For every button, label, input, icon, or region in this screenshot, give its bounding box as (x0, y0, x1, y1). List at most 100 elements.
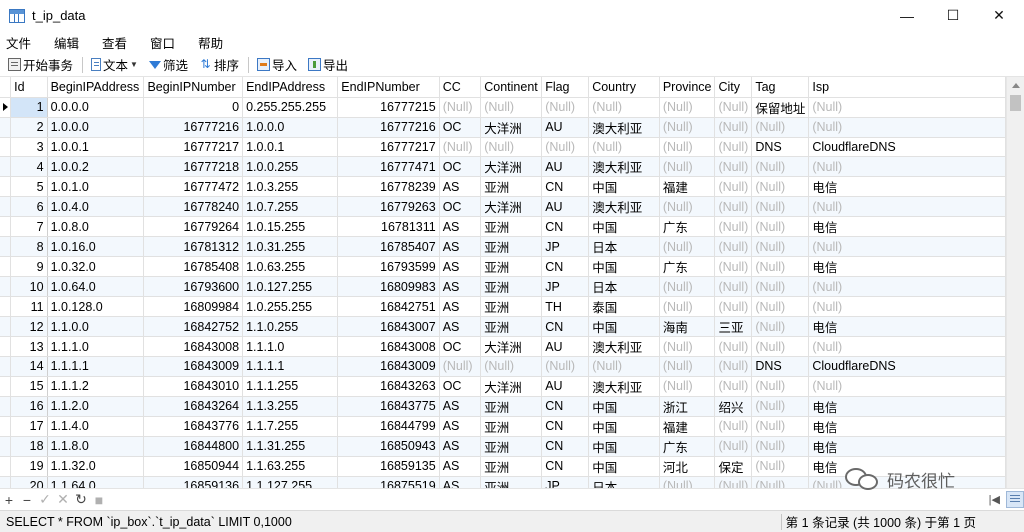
table-cell[interactable]: 8 (10, 236, 48, 258)
table-cell[interactable]: 1.0.0.0 (242, 117, 339, 138)
table-cell[interactable]: 亚洲 (480, 416, 543, 437)
table-cell[interactable]: (Null) (714, 356, 753, 377)
table-cell[interactable]: CloudflareDNS (808, 356, 1006, 377)
menu-file[interactable]: 文件 (0, 33, 37, 52)
table-cell[interactable]: (Null) (439, 137, 482, 158)
row-indicator[interactable] (0, 97, 12, 118)
table-cell[interactable]: JP (541, 236, 590, 258)
table-cell[interactable]: 1.1.0.255 (242, 316, 339, 338)
table-cell[interactable]: (Null) (751, 416, 810, 437)
table-cell[interactable]: 1.1.1.1 (47, 356, 145, 377)
row-indicator[interactable] (0, 236, 12, 258)
table-cell[interactable]: AS (439, 476, 482, 488)
table-cell[interactable]: 18 (10, 436, 48, 457)
table-cell[interactable]: (Null) (659, 97, 716, 118)
table-cell[interactable]: OC (439, 156, 482, 178)
table-cell[interactable]: 大洋洲 (480, 336, 543, 358)
table-cell[interactable]: (Null) (588, 137, 660, 158)
table-cell[interactable]: 亚洲 (480, 276, 543, 298)
table-cell[interactable]: 16777218 (143, 156, 244, 178)
table-cell[interactable]: CloudflareDNS (808, 137, 1006, 158)
table-cell[interactable]: 16843010 (143, 376, 244, 397)
table-cell[interactable]: 亚洲 (480, 176, 543, 198)
table-cell[interactable]: (Null) (751, 156, 810, 178)
table-cell[interactable]: 17 (10, 416, 48, 437)
table-cell[interactable]: 16777471 (337, 156, 440, 178)
row-indicator[interactable] (0, 396, 12, 417)
table-cell[interactable]: 澳大利亚 (588, 196, 660, 218)
table-cell[interactable]: (Null) (751, 316, 810, 338)
export-button[interactable]: 导出 (305, 54, 351, 76)
table-cell[interactable]: JP (541, 476, 590, 488)
table-cell[interactable]: AU (541, 376, 590, 397)
table-cell[interactable]: AS (439, 216, 482, 238)
table-row[interactable]: 12 1.1.0.0 16842752 1.1.0.255 16843007 AS 亚洲 CN… (0, 316, 1006, 338)
table-cell[interactable]: 1.1.1.255 (242, 376, 339, 397)
table-cell[interactable]: DNS (751, 137, 810, 158)
table-cell[interactable]: (Null) (659, 236, 716, 258)
table-cell[interactable]: 1 (10, 97, 48, 118)
table-cell[interactable]: CN (541, 416, 590, 437)
table-row[interactable]: 18 1.1.8.0 16844800 1.1.31.255 16850943 AS 亚洲 C… (0, 436, 1006, 457)
row-indicator[interactable] (0, 256, 12, 278)
table-cell[interactable]: 1.0.0.255 (242, 156, 339, 178)
table-cell[interactable]: 亚洲 (480, 316, 543, 338)
table-cell[interactable]: AS (439, 396, 482, 417)
table-cell[interactable]: 电信 (808, 176, 1006, 198)
table-cell[interactable]: 16843009 (337, 356, 440, 377)
table-cell[interactable]: 12 (10, 316, 48, 338)
table-cell[interactable]: 10 (10, 276, 48, 298)
table-cell[interactable]: (Null) (714, 117, 753, 138)
table-cell[interactable]: 福建 (659, 176, 716, 198)
table-cell[interactable]: 16850944 (143, 456, 244, 477)
table-cell[interactable]: AS (439, 436, 482, 457)
apply-changes-button[interactable]: ✓ (36, 491, 54, 508)
table-cell[interactable]: (Null) (751, 476, 810, 488)
table-row[interactable]: 9 1.0.32.0 16785408 1.0.63.255 16793599 AS 亚洲 C… (0, 256, 1006, 278)
scroll-up-icon[interactable] (1012, 83, 1020, 88)
table-cell[interactable]: 16779263 (337, 196, 440, 218)
table-cell[interactable]: 1.1.7.255 (242, 416, 339, 437)
table-cell[interactable]: (Null) (751, 256, 810, 278)
table-cell[interactable]: (Null) (751, 376, 810, 397)
filter-button[interactable]: 筛选 (146, 54, 191, 76)
table-cell[interactable]: 日本 (588, 236, 660, 258)
table-cell[interactable]: AU (541, 336, 590, 358)
table-row[interactable]: 5 1.0.1.0 16777472 1.0.3.255 16778239 AS 亚洲 CN 中… (0, 176, 1006, 198)
discard-changes-button[interactable]: ✕ (54, 491, 72, 508)
table-cell[interactable]: 16778240 (143, 196, 244, 218)
table-cell[interactable]: (Null) (808, 117, 1006, 138)
menu-window[interactable]: 窗口 (144, 33, 181, 52)
table-cell[interactable]: (Null) (659, 117, 716, 138)
table-cell[interactable]: OC (439, 376, 482, 397)
table-cell[interactable]: 16777216 (143, 117, 244, 138)
table-cell[interactable]: AS (439, 276, 482, 298)
scroll-thumb[interactable] (1010, 95, 1021, 111)
table-cell[interactable]: (Null) (751, 436, 810, 457)
table-cell[interactable]: 中国 (588, 316, 660, 338)
data-grid[interactable]: Id BeginIPAddress BeginIPNumber EndIPAdd… (0, 77, 1006, 488)
table-cell[interactable]: 保留地址 (751, 97, 810, 118)
table-row[interactable]: 4 1.0.0.2 16777218 1.0.0.255 16777471 OC 大洋洲 AU… (0, 156, 1006, 178)
table-cell[interactable]: 1.0.32.0 (47, 256, 145, 278)
add-record-button[interactable]: + (0, 492, 18, 508)
table-cell[interactable]: 1.1.8.0 (47, 436, 145, 457)
table-cell[interactable]: 16781312 (143, 236, 244, 258)
begin-transaction-button[interactable]: 开始事务 (5, 54, 76, 76)
table-cell[interactable]: AS (439, 236, 482, 258)
column-header[interactable]: Country (588, 77, 660, 98)
menu-help[interactable]: 帮助 (192, 33, 229, 52)
table-cell[interactable]: (Null) (480, 356, 543, 377)
row-indicator[interactable] (0, 296, 12, 318)
table-cell[interactable]: (Null) (714, 156, 753, 178)
table-cell[interactable]: 澳大利亚 (588, 117, 660, 138)
table-cell[interactable]: 4 (10, 156, 48, 178)
table-cell[interactable]: (Null) (714, 97, 753, 118)
table-cell[interactable]: 13 (10, 336, 48, 358)
table-cell[interactable]: 16843263 (337, 376, 440, 397)
table-cell[interactable]: (Null) (439, 97, 482, 118)
table-cell[interactable]: (Null) (480, 97, 543, 118)
table-cell[interactable]: (Null) (659, 376, 716, 397)
table-row[interactable]: 13 1.1.1.0 16843008 1.1.1.0 16843008 OC 大洋洲 AU 澳… (0, 336, 1006, 358)
table-cell[interactable]: 16843008 (143, 336, 244, 358)
